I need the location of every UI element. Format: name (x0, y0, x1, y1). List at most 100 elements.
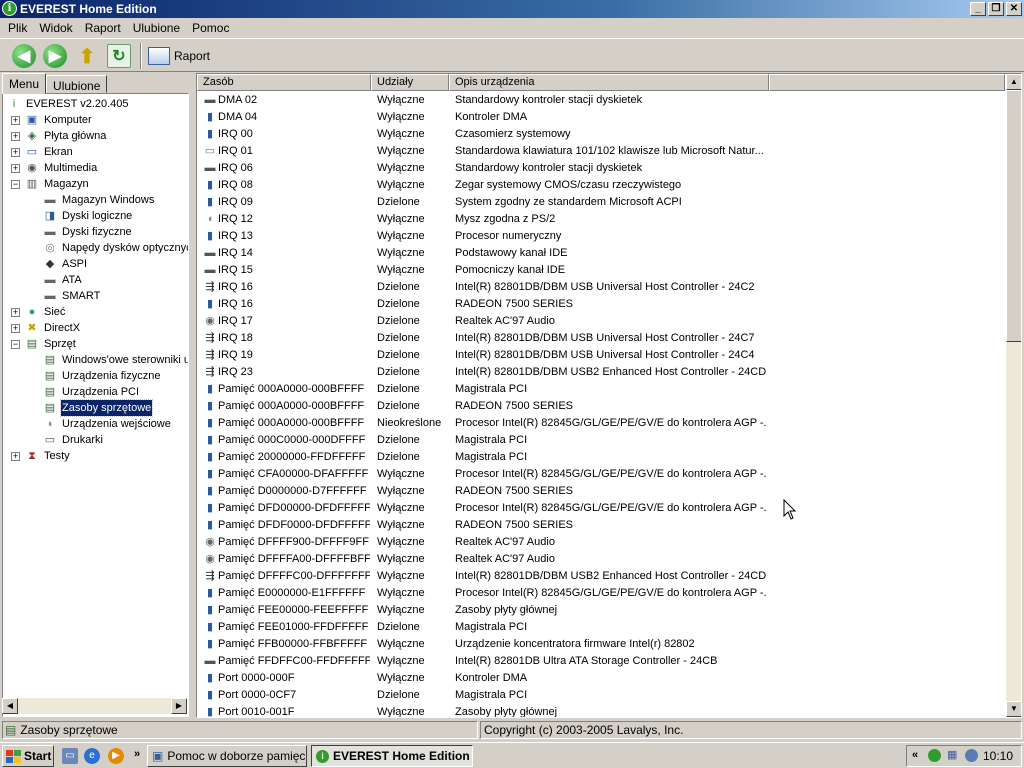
tree-item[interactable]: + ◈ Płyta główna (3, 128, 188, 144)
table-row[interactable]: ▮ Pamięć 20000000-FFDFFFFF Dzielone Magistr… (197, 449, 1005, 466)
minimize-button[interactable]: _ (970, 2, 986, 16)
tree-item[interactable]: ▭ Drukarki (3, 432, 188, 448)
menu-pomoc[interactable]: Pomoc (186, 21, 235, 35)
tab-ulubione[interactable]: Ulubione (46, 75, 108, 93)
scroll-up-button[interactable]: ▲ (1006, 74, 1021, 90)
back-button[interactable]: ◀ (12, 44, 36, 68)
expand-icon[interactable]: + (11, 132, 20, 141)
table-row[interactable]: ◉ Pamięć DFFFF900-DFFFF9FF Wyłączne Realtek… (197, 534, 1005, 551)
table-row[interactable]: ▮ Pamięć D0000000-D7FFFFFF Wyłączne RADEON … (197, 483, 1005, 500)
table-row[interactable]: ▮ Pamięć FEE01000-FFDFFFFF Dzielone Magistr… (197, 619, 1005, 636)
tree-item[interactable]: + ◉ Multimedia (3, 160, 188, 176)
table-row[interactable]: ▬ DMA 02 Wyłączne Standardowy kontroler sta… (197, 92, 1005, 109)
table-row[interactable]: ▬ IRQ 14 Wyłączne Podstawowy kanał IDE (197, 245, 1005, 262)
tree-horizontal-scrollbar[interactable]: ◀ ▶ (2, 698, 187, 714)
table-row[interactable]: ▮ Pamięć CFA00000-DFAFFFFF Wyłączne Proceso… (197, 466, 1005, 483)
column-header-resource[interactable]: Zasób (197, 74, 371, 91)
table-row[interactable]: ▬ Pamięć FFDFFC00-FFDFFFFF Wyłączne Intel(R… (197, 653, 1005, 670)
table-row[interactable]: ⇶ IRQ 23 Dzielone Intel(R) 82801DB/DBM USB2… (197, 364, 1005, 381)
tree-item[interactable]: − ▤ Sprzęt (3, 336, 188, 352)
table-row[interactable]: ▮ Port 0000-000F Wyłączne Kontroler DMA (197, 670, 1005, 687)
tree-item[interactable]: ▬ Dyski fizyczne (3, 224, 188, 240)
network-icon[interactable]: ▦ (947, 748, 957, 761)
tree-item[interactable]: + ✖ DirectX (3, 320, 188, 336)
table-row[interactable]: ▬ IRQ 06 Wyłączne Standardowy kontroler sta… (197, 160, 1005, 177)
table-row[interactable]: ▮ Pamięć 000C0000-000DFFFF Dzielone Magistr… (197, 432, 1005, 449)
security-icon[interactable] (965, 749, 978, 762)
table-row[interactable]: ▬ IRQ 15 Wyłączne Pomocniczy kanał IDE (197, 262, 1005, 279)
tree-item[interactable]: ▬ SMART (3, 288, 188, 304)
tree-item[interactable]: ▬ Magazyn Windows (3, 192, 188, 208)
everest-tray-icon[interactable] (928, 749, 941, 762)
tree-item[interactable]: + ⧗ Testy (3, 448, 188, 464)
tray-expand-icon[interactable]: « (912, 749, 918, 761)
tree-item[interactable]: ◨ Dyski logiczne (3, 208, 188, 224)
start-button[interactable]: Start (2, 745, 54, 767)
tree-item[interactable]: ◆ ASPI (3, 256, 188, 272)
tree-item[interactable]: ▬ ATA (3, 272, 188, 288)
tree-item[interactable]: + ▣ Komputer (3, 112, 188, 128)
table-row[interactable]: ▮ IRQ 16 Dzielone RADEON 7500 SERIES (197, 296, 1005, 313)
tree-item[interactable]: ◎ Napędy dysków optycznych (3, 240, 188, 256)
media-player-icon[interactable]: ▶ (108, 748, 124, 764)
table-row[interactable]: ▮ IRQ 13 Wyłączne Procesor numeryczny (197, 228, 1005, 245)
column-header-share[interactable]: Udziały (371, 74, 449, 91)
menu-raport[interactable]: Raport (79, 21, 127, 35)
table-row[interactable]: ◖ IRQ 12 Wyłączne Mysz zgodna z PS/2 (197, 211, 1005, 228)
forward-button[interactable]: ▶ (43, 44, 67, 68)
menu-ulubione[interactable]: Ulubione (127, 21, 186, 35)
expand-icon[interactable]: + (11, 308, 20, 317)
expand-icon[interactable]: + (11, 452, 20, 461)
scroll-down-button[interactable]: ▼ (1006, 701, 1021, 717)
up-button[interactable]: ⬆ (75, 44, 99, 68)
menu-plik[interactable]: Plik (2, 21, 33, 35)
tree-item[interactable]: ◖ Urządzenia wejściowe (3, 416, 188, 432)
tree-item[interactable]: ▤ Zasoby sprzętowe (3, 399, 188, 417)
collapse-icon[interactable]: − (11, 340, 20, 349)
table-row[interactable]: ⇶ Pamięć DFFFFC00-DFFFFFFF Wyłączne Intel(R… (197, 568, 1005, 585)
table-row[interactable]: ▮ Pamięć 000A0000-000BFFFF Nieokreślone Pro… (197, 415, 1005, 432)
tree-item[interactable]: ▤ Urządzenia PCI (3, 384, 188, 400)
table-row[interactable]: ▮ Port 0010-001F Wyłączne Zasoby płyty głów… (197, 704, 1005, 717)
table-row[interactable]: ▮ IRQ 08 Wyłączne Zegar systemowy CMOS/czas… (197, 177, 1005, 194)
table-row[interactable]: ⇶ IRQ 16 Dzielone Intel(R) 82801DB/DBM USB … (197, 279, 1005, 296)
task-pomoc[interactable]: ▣ Pomoc w doborze pamięc... (147, 745, 307, 767)
restore-button[interactable]: ❐ (988, 2, 1004, 16)
table-row[interactable]: ◉ Pamięć DFFFFA00-DFFFFBFF Wyłączne Realtek… (197, 551, 1005, 568)
menu-widok[interactable]: Widok (33, 21, 78, 35)
expand-icon[interactable]: + (11, 164, 20, 173)
tab-menu[interactable]: Menu (2, 73, 47, 94)
tree-item[interactable]: ▤ Windows'owe sterowniki urządzeń (3, 352, 188, 368)
scroll-left-button[interactable]: ◀ (2, 698, 18, 714)
table-row[interactable]: ▮ Pamięć 000A0000-000BFFFF Dzielone RADEON … (197, 398, 1005, 415)
tree-item[interactable]: ▤ Urządzenia fizyczne (3, 368, 188, 384)
expand-icon[interactable]: + (11, 116, 20, 125)
show-desktop-icon[interactable]: ▭ (62, 748, 78, 764)
collapse-icon[interactable]: − (11, 180, 20, 189)
tree-item[interactable]: − ▥ Magazyn (3, 176, 188, 192)
table-row[interactable]: ▮ Pamięć DFD00000-DFDFFFFF Wyłączne Proceso… (197, 500, 1005, 517)
table-row[interactable]: ▮ Pamięć FEE00000-FEEFFFFF Wyłączne Zasoby … (197, 602, 1005, 619)
table-row[interactable]: ▮ Pamięć E0000000-E1FFFFFF Wyłączne Proceso… (197, 585, 1005, 602)
scroll-thumb[interactable] (1006, 90, 1021, 342)
table-row[interactable]: ⇶ IRQ 19 Dzielone Intel(R) 82801DB/DBM USB … (197, 347, 1005, 364)
close-button[interactable]: ✕ (1006, 2, 1022, 16)
table-row[interactable]: ▮ Pamięć DFDF0000-DFDFFFFF Wyłączne RADEON … (197, 517, 1005, 534)
scroll-right-button[interactable]: ▶ (171, 698, 187, 714)
table-row[interactable]: ▮ IRQ 00 Wyłączne Czasomierz systemowy (197, 126, 1005, 143)
quicklaunch-more-icon[interactable]: » (134, 748, 140, 760)
internet-explorer-icon[interactable]: e (84, 748, 100, 764)
table-row[interactable]: ▮ Pamięć 000A0000-000BFFFF Dzielone Magistr… (197, 381, 1005, 398)
tree-item[interactable]: i EVEREST v2.20.405 (3, 96, 188, 112)
expand-icon[interactable]: + (11, 324, 20, 333)
table-row[interactable]: ▮ DMA 04 Wyłączne Kontroler DMA (197, 109, 1005, 126)
expand-icon[interactable]: + (11, 148, 20, 157)
column-header-description[interactable]: Opis urządzenia (449, 74, 769, 91)
tree-item[interactable]: + ● Sieć (3, 304, 188, 320)
table-row[interactable]: ▮ Port 0000-0CF7 Dzielone Magistrala PCI (197, 687, 1005, 704)
task-everest[interactable]: i EVEREST Home Edition (311, 745, 473, 767)
table-row[interactable]: ⇶ IRQ 18 Dzielone Intel(R) 82801DB/DBM USB … (197, 330, 1005, 347)
table-row[interactable]: ▮ IRQ 09 Dzielone System zgodny ze standard… (197, 194, 1005, 211)
refresh-button[interactable]: ↻ (107, 44, 131, 68)
table-row[interactable]: ▭ IRQ 01 Wyłączne Standardowa klawiatura 10… (197, 143, 1005, 160)
